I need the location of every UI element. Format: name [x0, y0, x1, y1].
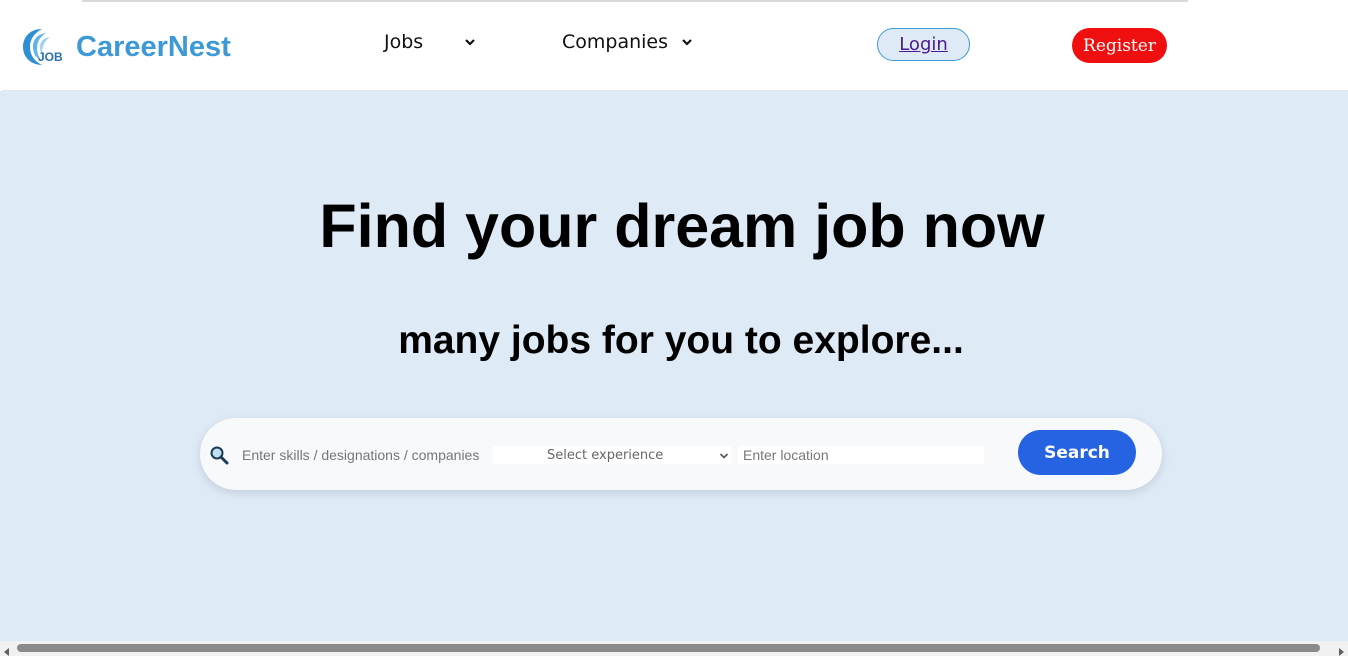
scrollbar-thumb[interactable]	[17, 644, 1320, 652]
navbar: JOB CareerNest Jobs Companies Login Regi…	[2, 5, 1348, 91]
search-icon	[209, 445, 229, 465]
nav-companies-dropdown[interactable]: Companies	[562, 31, 694, 53]
nav-companies-label: Companies	[562, 31, 669, 53]
experience-select[interactable]: Select experience	[493, 446, 731, 464]
nav-jobs-label: Jobs	[384, 31, 424, 53]
nav-jobs-dropdown[interactable]: Jobs	[384, 31, 477, 53]
chevron-down-icon	[463, 35, 477, 49]
scroll-right-arrow-icon[interactable]	[1336, 644, 1346, 656]
scroll-left-arrow-icon[interactable]	[2, 644, 12, 656]
chevron-down-icon	[680, 35, 694, 49]
brand-name: CareerNest	[76, 30, 231, 63]
experience-select-value: Select experience	[547, 447, 664, 463]
search-button[interactable]: Search	[1018, 430, 1136, 475]
logo-text: JOB	[38, 50, 63, 64]
job-search-bar: Select experience Search	[200, 418, 1162, 490]
login-button[interactable]: Login	[877, 28, 970, 61]
register-button[interactable]: Register	[1072, 28, 1167, 63]
job-logo-icon: JOB	[22, 27, 72, 67]
location-input[interactable]	[738, 446, 984, 464]
brand[interactable]: JOB CareerNest	[22, 27, 231, 67]
hero-title: Find your dream job now	[319, 192, 1045, 260]
skills-search-input[interactable]	[238, 443, 491, 467]
top-strip	[0, 0, 1348, 4]
hero-section: Find your dream job now many jobs for yo…	[0, 91, 1348, 641]
hero-subtitle: many jobs for you to explore...	[398, 319, 964, 362]
horizontal-scrollbar[interactable]	[0, 641, 1348, 656]
chevron-down-icon	[719, 450, 729, 460]
top-divider	[82, 0, 1188, 2]
